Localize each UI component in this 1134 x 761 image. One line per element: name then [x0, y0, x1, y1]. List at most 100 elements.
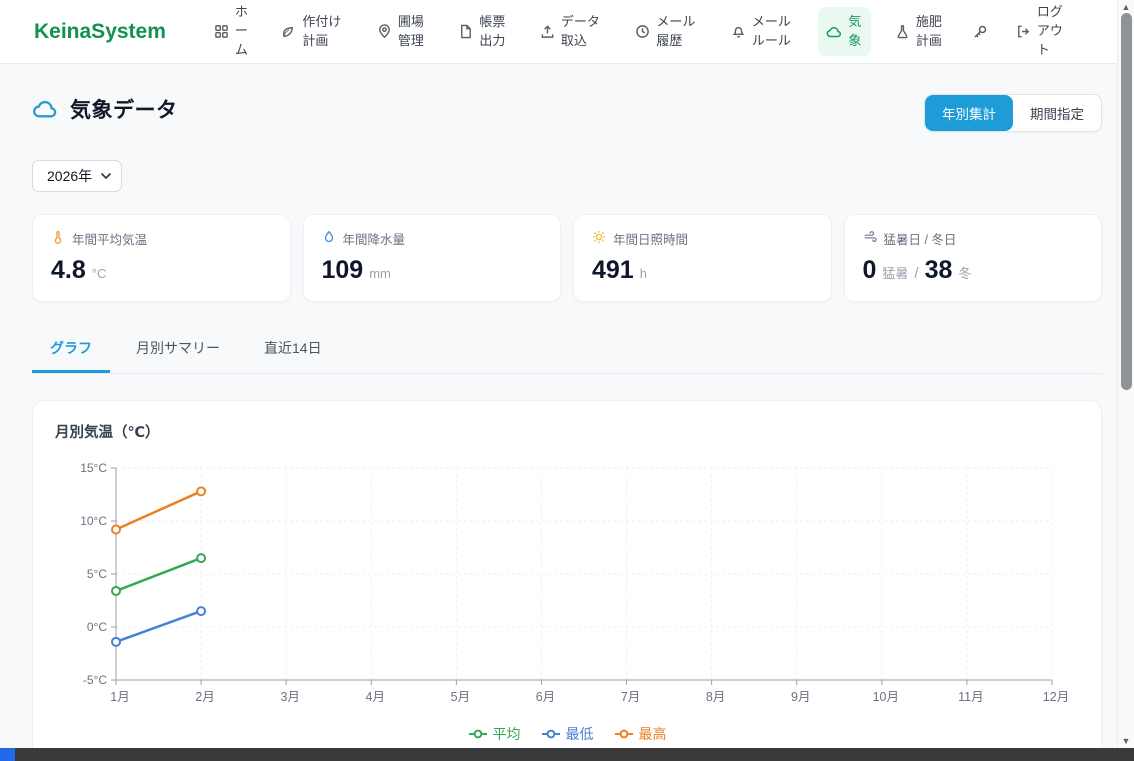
nav-item-label: 作付け計画: [302, 13, 345, 51]
nav-item-logout[interactable]: ログアウト: [1008, 0, 1074, 66]
svg-text:5月: 5月: [451, 690, 470, 704]
stat-value: 491: [592, 256, 634, 285]
legend-item-最低[interactable]: 最低: [541, 724, 594, 744]
scrollbar-up-arrow[interactable]: ▲: [1118, 0, 1134, 14]
stat-value-hot: 0: [863, 256, 877, 285]
nav-item-label: ホーム: [235, 3, 250, 60]
nav-item-label: データ取込: [561, 13, 604, 51]
nav-item-mail-history[interactable]: メール履歴: [627, 7, 707, 57]
stat-card-extreme-days: 猛暑日 / 冬日 0 猛暑 / 38 冬: [844, 214, 1103, 302]
nav-item-home[interactable]: ホーム: [206, 0, 258, 66]
stat-card-sunshine: 年間日照時間 491 h: [573, 214, 832, 302]
nav-item-label: 気象: [848, 13, 863, 51]
flask-icon: [895, 24, 910, 39]
nav-item-report-output[interactable]: 帳票出力: [450, 7, 516, 57]
stat-unit: mm: [369, 266, 391, 281]
legend-item-平均[interactable]: 平均: [468, 724, 521, 744]
stat-value-cold: 38: [925, 256, 953, 285]
legend-item-最高[interactable]: 最高: [614, 724, 667, 744]
legend-label: 最高: [639, 724, 667, 744]
chart-legend: 平均 最低 最高: [55, 724, 1079, 744]
droplet-icon: [322, 230, 336, 247]
svg-text:4月: 4月: [366, 690, 385, 704]
nav-item-planting-plan[interactable]: 作付け計画: [273, 7, 353, 57]
svg-text:3月: 3月: [280, 690, 299, 704]
view-tabs: グラフ 月別サマリー 直近14日: [32, 328, 1102, 374]
period-select-button[interactable]: 期間指定: [1013, 95, 1101, 131]
monthly-temp-chart-card: 月別気温（℃） 15°C10°C5°C0°C-5°C1月2月3月4月5月6月7月…: [32, 400, 1102, 759]
nav-item-label: 圃場管理: [398, 13, 427, 51]
tab-monthly-summary[interactable]: 月別サマリー: [118, 328, 238, 373]
nav-item-mail-rules[interactable]: メールルール: [723, 7, 803, 57]
svg-text:-5°C: -5°C: [83, 673, 107, 687]
nav-item-weather[interactable]: 気象: [818, 7, 871, 57]
vertical-scrollbar[interactable]: ▲ ▼: [1117, 0, 1134, 748]
scrollbar-thumb[interactable]: [1121, 13, 1132, 390]
stat-unit-cold: 冬: [958, 263, 971, 282]
nav-item-data-import[interactable]: データ取込: [532, 7, 612, 57]
nav-item-label: メール履歴: [656, 13, 699, 51]
sun-icon: [592, 230, 606, 247]
scrollbar-down-arrow[interactable]: ▼: [1118, 734, 1134, 748]
aggregation-toggle: 年別集計 期間指定: [924, 94, 1102, 132]
seedling-icon: [281, 24, 296, 39]
nav-item-label: メールルール: [752, 13, 795, 51]
svg-text:15°C: 15°C: [80, 461, 107, 475]
svg-text:9月: 9月: [791, 690, 810, 704]
history-icon: [635, 24, 650, 39]
tab-graph[interactable]: グラフ: [32, 328, 110, 373]
svg-text:12月: 12月: [1043, 690, 1069, 704]
svg-text:10月: 10月: [873, 690, 899, 704]
stat-label: 猛暑日 / 冬日: [884, 229, 957, 248]
key-icon: [972, 24, 988, 40]
app-logo[interactable]: KeinaSystem: [34, 20, 166, 44]
svg-text:7月: 7月: [621, 690, 640, 704]
bell-icon: [731, 24, 746, 39]
legend-label: 最低: [566, 724, 594, 744]
legend-marker-icon: [614, 729, 634, 739]
legend-marker-icon: [468, 729, 488, 739]
legend-label: 平均: [493, 724, 521, 744]
cloud-title-icon: [32, 96, 58, 122]
nav-item-field-management[interactable]: 圃場管理: [369, 7, 435, 57]
page-title: 気象データ: [70, 94, 178, 124]
svg-text:0°C: 0°C: [87, 620, 107, 634]
nav-items: ホーム 作付け計画 圃場管理 帳票出力 データ取込 メール履歴 メールルール: [206, 0, 1074, 66]
wind-icon: [863, 230, 877, 247]
stat-unit: h: [640, 266, 647, 281]
stat-value: 4.8: [51, 256, 86, 285]
thermometer-icon: [51, 230, 65, 247]
logout-icon: [1016, 24, 1031, 39]
main-nav: KeinaSystem ホーム 作付け計画 圃場管理 帳票出力 データ取込 メー…: [0, 0, 1134, 64]
stat-separator: /: [914, 265, 918, 282]
svg-text:11月: 11月: [958, 690, 983, 704]
stat-card-precipitation: 年間降水量 109 mm: [303, 214, 562, 302]
yearly-summary-button[interactable]: 年別集計: [925, 95, 1013, 131]
year-select[interactable]: 2026年: [32, 160, 122, 192]
svg-text:5°C: 5°C: [87, 567, 107, 581]
svg-text:6月: 6月: [536, 690, 555, 704]
nav-item-key[interactable]: [968, 18, 992, 46]
legend-marker-icon: [541, 729, 561, 739]
svg-text:1月: 1月: [110, 690, 129, 704]
stat-unit: °C: [92, 266, 107, 281]
svg-text:8月: 8月: [706, 690, 725, 704]
nav-item-label: ログアウト: [1037, 3, 1066, 60]
stat-card-avg-temp: 年間平均気温 4.8 °C: [32, 214, 291, 302]
taskbar-accent: [0, 748, 15, 761]
tab-last-14-days[interactable]: 直近14日: [246, 328, 340, 373]
document-icon: [458, 24, 473, 39]
stat-label: 年間平均気温: [72, 229, 147, 248]
taskbar-strip: [0, 748, 1134, 761]
cloud-icon: [826, 24, 842, 40]
svg-text:2月: 2月: [195, 690, 214, 704]
nav-item-fertilizer-plan[interactable]: 施肥計画: [887, 7, 953, 57]
stat-label: 年間降水量: [343, 229, 406, 248]
stat-value: 109: [322, 256, 364, 285]
nav-item-label: 施肥計画: [916, 13, 945, 51]
stat-label: 年間日照時間: [613, 229, 688, 248]
monthly-temperature-line-chart: 15°C10°C5°C0°C-5°C1月2月3月4月5月6月7月8月9月10月1…: [55, 456, 1079, 718]
stat-cards: 年間平均気温 4.8 °C 年間降水量 109 mm 年間日照時間 49: [32, 214, 1102, 302]
map-pin-icon: [377, 24, 392, 39]
stat-unit-hot: 猛暑: [882, 263, 908, 282]
